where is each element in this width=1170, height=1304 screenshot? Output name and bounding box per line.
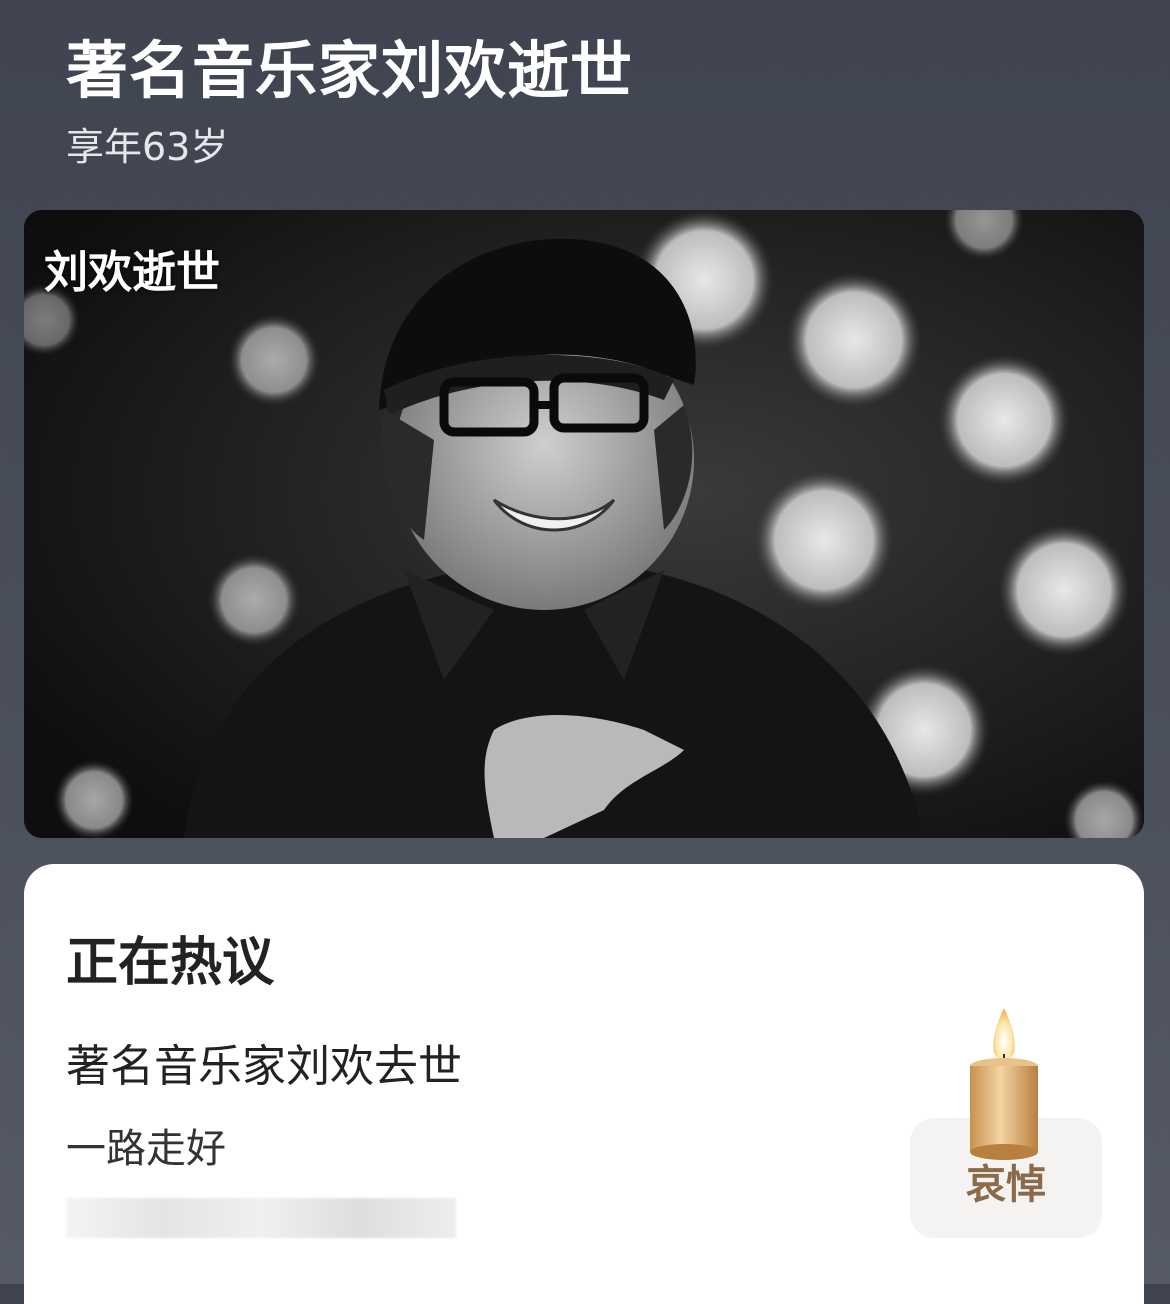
trending-topic-subtitle: 一路走好 bbox=[66, 1126, 226, 1172]
photo-caption: 刘欢逝世 bbox=[44, 247, 220, 298]
candle-icon bbox=[970, 1008, 1038, 1160]
page-subtitle: 享年63岁 bbox=[66, 125, 229, 169]
trending-card[interactable]: 正在热议 著名音乐家刘欢去世 一路走好 哀悼 bbox=[24, 864, 1144, 1304]
trending-heading: 正在热议 bbox=[66, 933, 275, 993]
blurred-text bbox=[66, 1198, 456, 1238]
trending-topic-title[interactable]: 著名音乐家刘欢去世 bbox=[66, 1030, 462, 1094]
portrait-image bbox=[24, 210, 1144, 838]
news-photo[interactable]: 刘欢逝世 bbox=[24, 210, 1144, 838]
page-title: 著名音乐家刘欢逝世 bbox=[66, 34, 634, 107]
